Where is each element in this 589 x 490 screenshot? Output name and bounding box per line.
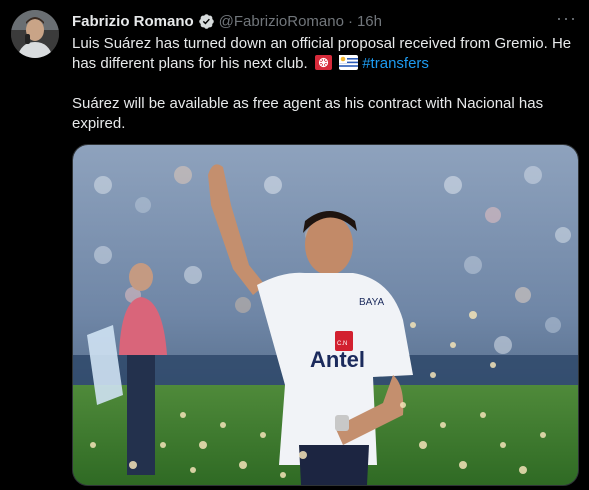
more-options-icon[interactable]: ···: [556, 8, 577, 29]
photo-image: Antel BAYA C.N: [73, 145, 578, 485]
tweet-paragraph-2: Suárez will be available as free agent a…: [72, 95, 544, 132]
hashtag-link[interactable]: #transfers: [362, 55, 429, 72]
verified-badge-icon: [198, 13, 214, 29]
uruguay-flag-icon: [339, 55, 359, 70]
flag-icon: [314, 55, 332, 70]
author-handle[interactable]: @FabrizioRomano: [219, 13, 344, 30]
tweet-paragraph-1: Luis Suárez has turned down an official …: [72, 34, 572, 74]
tweet-header: Fabrizio Romano @FabrizioRomano · 16h: [72, 11, 579, 31]
timestamp[interactable]: 16h: [357, 13, 382, 30]
shirt-sponsor-text: Antel: [310, 347, 365, 372]
separator-dot: ·: [347, 12, 353, 30]
author-name[interactable]: Fabrizio Romano: [72, 13, 194, 30]
tweet-photo[interactable]: Antel BAYA C.N: [72, 144, 579, 486]
shirt-brand-text: BAYA: [359, 297, 385, 308]
crest-text: C.N: [337, 341, 347, 347]
tweet-text: Luis Suárez has turned down an official …: [72, 34, 572, 134]
avatar-image: [11, 10, 59, 58]
author-avatar[interactable]: [11, 10, 59, 58]
